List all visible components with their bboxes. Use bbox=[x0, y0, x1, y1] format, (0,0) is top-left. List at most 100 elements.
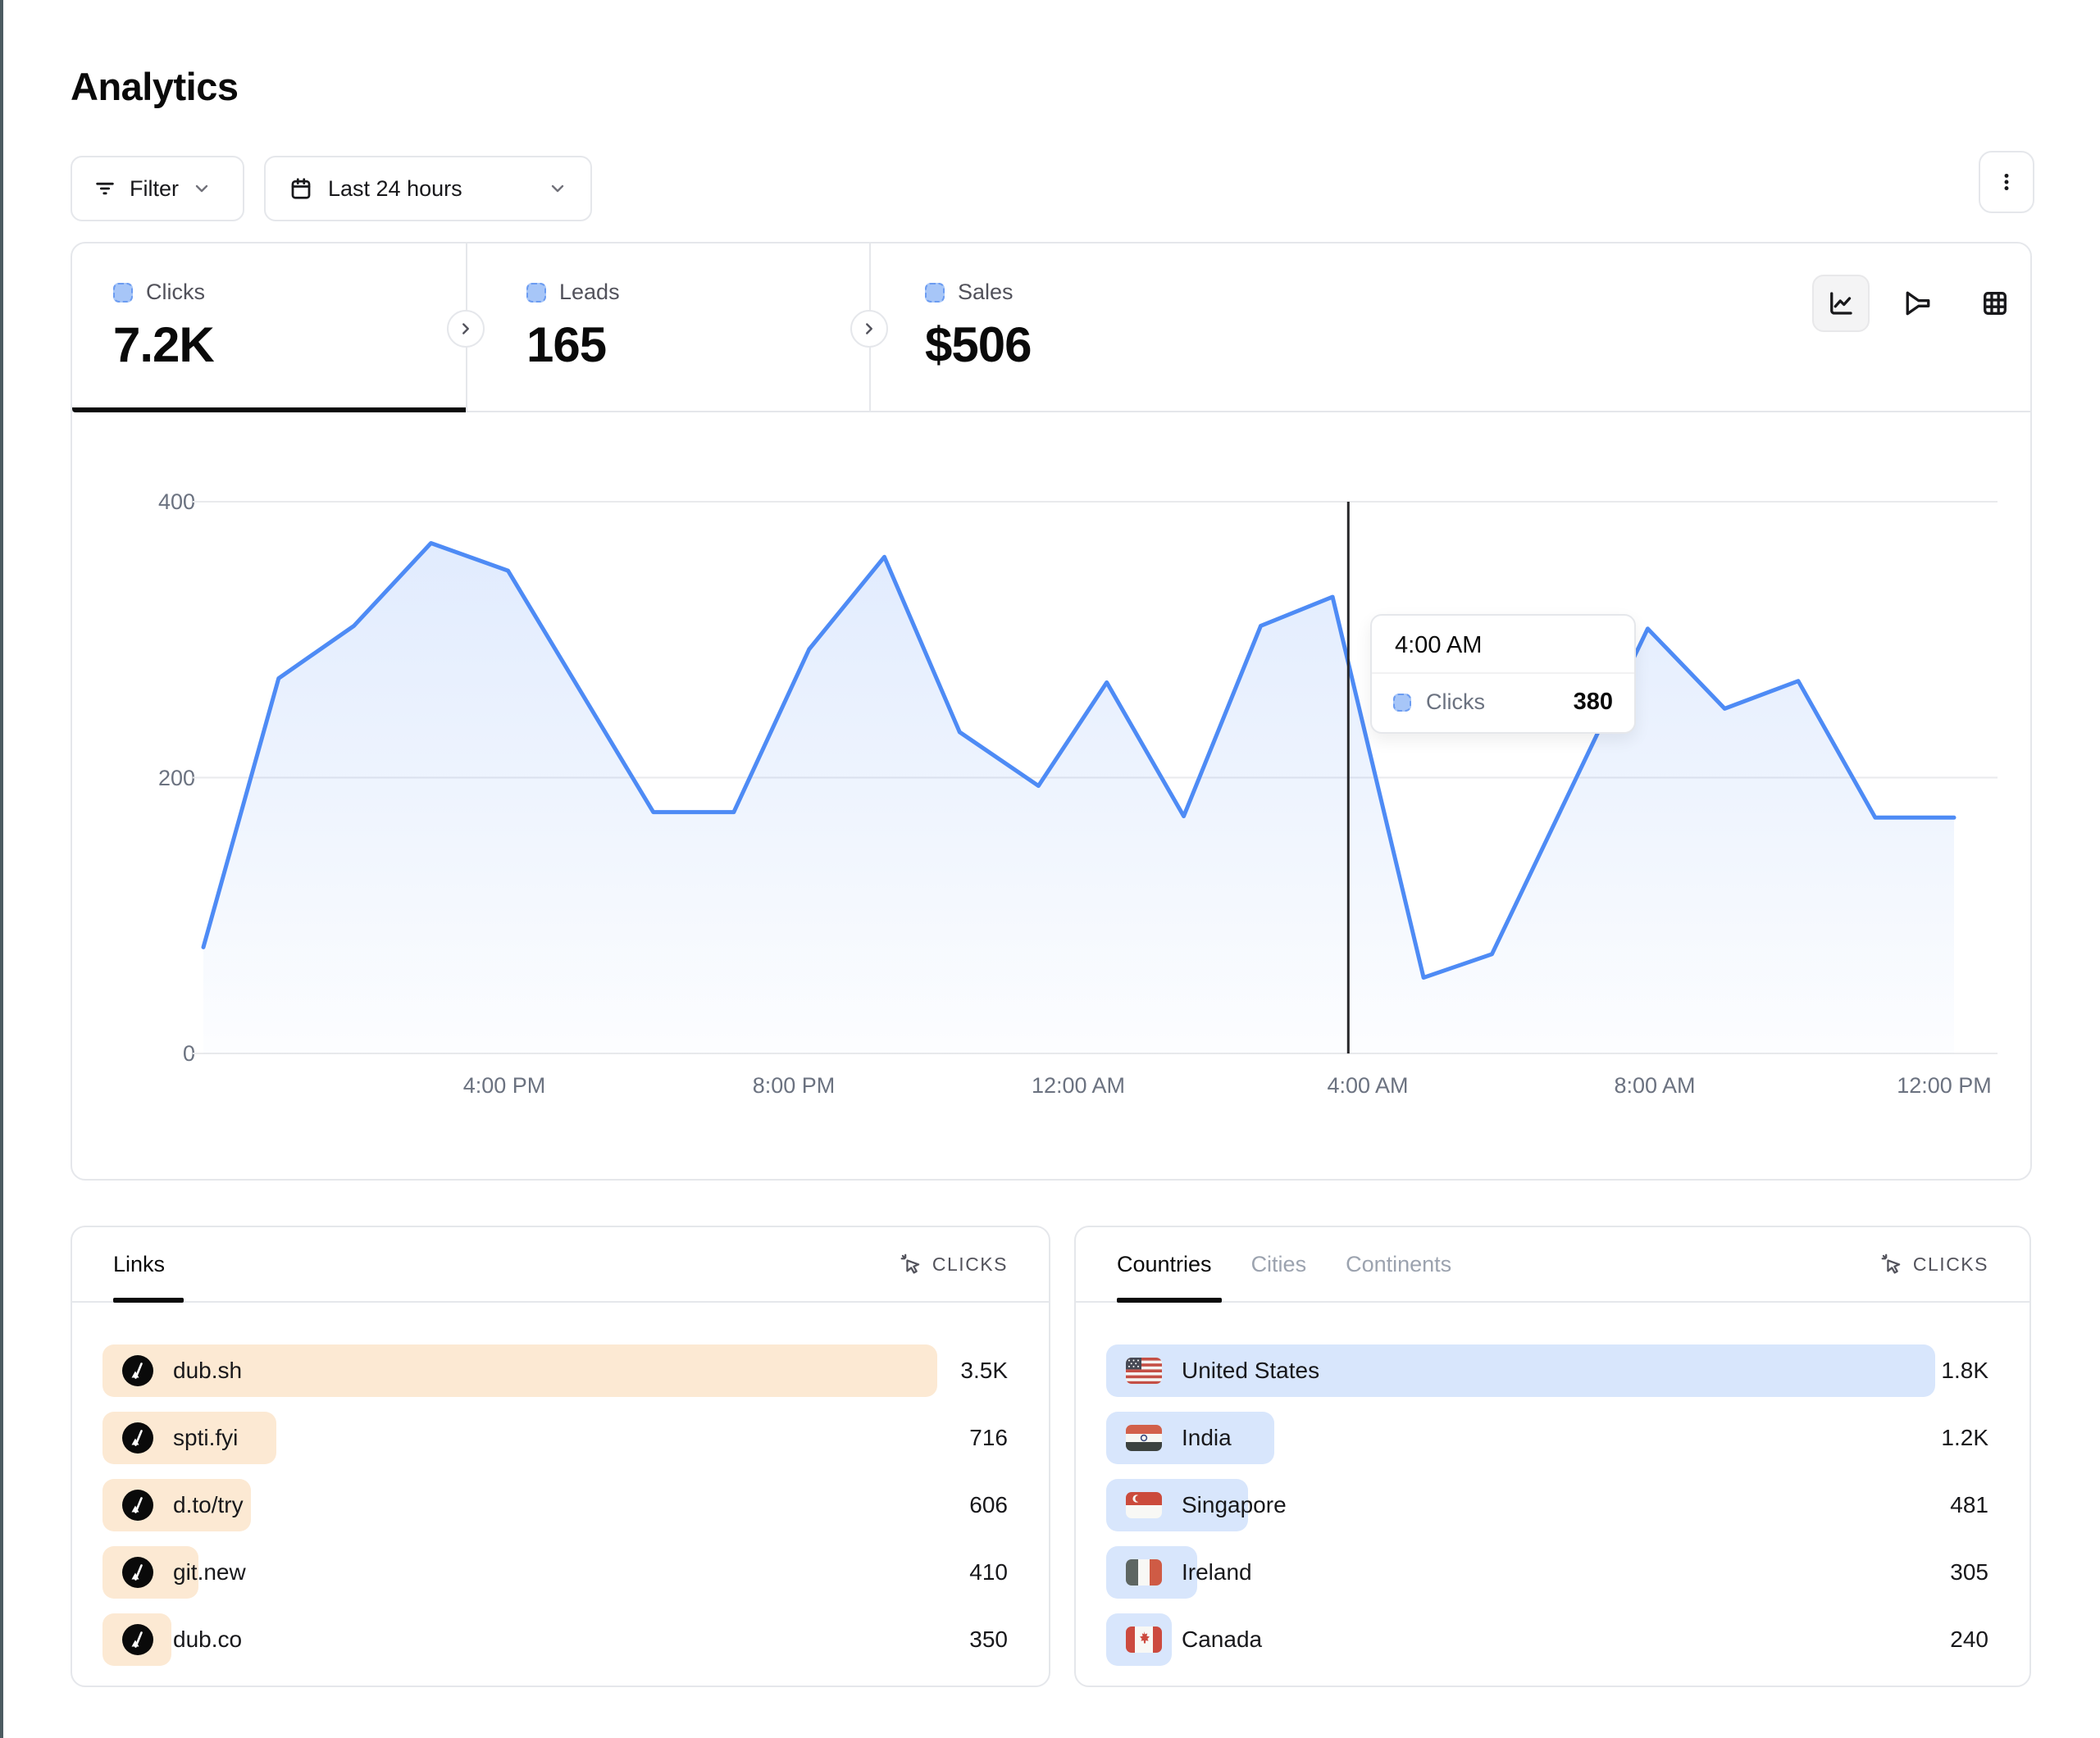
stat-value: 7.2K bbox=[113, 316, 466, 373]
link-list-item[interactable]: spti.fyi 716 bbox=[72, 1412, 1049, 1464]
dub-logo-icon bbox=[122, 1490, 153, 1521]
filter-label: Filter bbox=[130, 176, 179, 202]
link-list-item[interactable]: d.to/try 606 bbox=[72, 1479, 1049, 1531]
tooltip-series-label: Clicks bbox=[1426, 689, 1559, 715]
tooltip-series-swatch bbox=[1393, 694, 1411, 712]
dub-logo-icon bbox=[122, 1422, 153, 1454]
countries-metric-header[interactable]: CLICKS bbox=[1881, 1253, 1988, 1276]
cursor-click-icon bbox=[1881, 1253, 1903, 1276]
stat-value: 165 bbox=[526, 316, 869, 373]
stats-row: Clicks 7.2K Leads 165 Sales $506 bbox=[72, 243, 2030, 412]
filter-icon bbox=[93, 177, 116, 200]
flag-us-icon bbox=[1126, 1358, 1162, 1384]
link-label: git.new bbox=[173, 1559, 246, 1586]
country-list-item[interactable]: Canada 240 bbox=[1076, 1613, 2029, 1666]
active-stat-underline bbox=[72, 407, 466, 412]
grid-icon bbox=[1980, 289, 2010, 318]
clicks-value: 1.8K bbox=[1941, 1344, 1988, 1397]
flag-sg-icon bbox=[1126, 1492, 1162, 1518]
links-metric-header[interactable]: CLICKS bbox=[900, 1253, 1008, 1276]
dub-logo-icon bbox=[122, 1557, 153, 1588]
analytics-page: Analytics Filter Last 24 hours bbox=[0, 0, 2100, 1738]
funnel-view-button[interactable] bbox=[1889, 275, 1947, 332]
grid-view-button[interactable] bbox=[1966, 275, 2024, 332]
link-list-item[interactable]: dub.co 350 bbox=[72, 1613, 1049, 1666]
filter-button[interactable]: Filter bbox=[71, 156, 244, 221]
chevron-down-icon bbox=[192, 179, 212, 198]
dub-logo-icon bbox=[122, 1624, 153, 1655]
date-range-label: Last 24 hours bbox=[328, 176, 462, 202]
dub-logo-icon bbox=[122, 1355, 153, 1386]
expand-leads-chevron-button[interactable] bbox=[850, 310, 888, 348]
clicks-value: 1.2K bbox=[1941, 1412, 1988, 1464]
chevron-down-icon bbox=[548, 179, 567, 198]
kebab-vertical-icon bbox=[1995, 171, 2018, 193]
y-axis-tick: 200 bbox=[113, 766, 195, 791]
flag-ie-icon bbox=[1126, 1559, 1162, 1586]
calendar-icon bbox=[289, 176, 313, 201]
y-axis-tick: 400 bbox=[113, 489, 195, 515]
x-axis-tick: 4:00 PM bbox=[422, 1073, 586, 1099]
countries-panel: Countries Cities Continents CLICKS Unite… bbox=[1074, 1226, 2031, 1687]
clicks-value: 240 bbox=[1950, 1613, 1988, 1666]
tab-links[interactable]: Links bbox=[113, 1227, 165, 1301]
tab-countries[interactable]: Countries bbox=[1117, 1227, 1212, 1301]
y-axis-tick: 0 bbox=[113, 1041, 195, 1067]
clicks-value: 606 bbox=[969, 1479, 1008, 1531]
leads-series-swatch bbox=[526, 283, 546, 303]
clicks-value: 716 bbox=[969, 1412, 1008, 1464]
stat-card-sales[interactable]: Sales $506 bbox=[871, 243, 1281, 412]
funnel-icon bbox=[1903, 289, 1933, 318]
x-axis-tick: 4:00 AM bbox=[1286, 1073, 1450, 1099]
x-axis-tick: 12:00 PM bbox=[1862, 1073, 2026, 1099]
x-axis-tick: 12:00 AM bbox=[996, 1073, 1160, 1099]
stat-card-leads[interactable]: Leads 165 bbox=[467, 243, 869, 412]
tab-active-underline bbox=[113, 1298, 184, 1303]
country-label: Canada bbox=[1182, 1627, 1262, 1653]
clicks-value: 305 bbox=[1950, 1546, 1988, 1599]
stat-label: Sales bbox=[958, 280, 1014, 305]
link-list-item[interactable]: git.new410 bbox=[72, 1546, 1049, 1599]
clicks-series-swatch bbox=[113, 283, 133, 303]
link-label: dub.co bbox=[173, 1627, 242, 1653]
date-range-button[interactable]: Last 24 hours bbox=[264, 156, 592, 221]
link-label: spti.fyi bbox=[173, 1425, 238, 1451]
country-label: India bbox=[1182, 1425, 1232, 1451]
stat-label: Clicks bbox=[146, 280, 205, 305]
clicks-value: 3.5K bbox=[960, 1344, 1008, 1397]
clicks-area-chart[interactable] bbox=[191, 444, 1999, 1055]
country-label: Ireland bbox=[1182, 1559, 1252, 1586]
links-panel: Links CLICKS dub.sh 3.5K spti.fyi 716 d.to/t… bbox=[71, 1226, 1050, 1687]
tab-cities[interactable]: Cities bbox=[1251, 1227, 1307, 1301]
country-list-item[interactable]: Singapore481 bbox=[1076, 1479, 2029, 1531]
line-chart-view-button[interactable] bbox=[1812, 275, 1870, 332]
tooltip-value: 380 bbox=[1574, 689, 1613, 716]
tab-active-underline bbox=[1117, 1298, 1222, 1303]
analytics-chart-card: Clicks 7.2K Leads 165 Sales $506 bbox=[71, 242, 2032, 1181]
line-chart-icon bbox=[1826, 289, 1856, 318]
chart-view-switcher bbox=[1812, 275, 2024, 332]
country-list-item[interactable]: India 1.2K bbox=[1076, 1412, 2029, 1464]
page-title: Analytics bbox=[71, 64, 238, 109]
link-label: d.to/try bbox=[173, 1492, 244, 1518]
country-list-item[interactable]: United States1.8K bbox=[1076, 1344, 2029, 1397]
x-axis-tick: 8:00 PM bbox=[712, 1073, 876, 1099]
stat-card-clicks[interactable]: Clicks 7.2K bbox=[72, 243, 466, 412]
link-list-item[interactable]: dub.sh 3.5K bbox=[72, 1344, 1049, 1397]
cursor-click-icon bbox=[900, 1253, 922, 1276]
tab-continents[interactable]: Continents bbox=[1346, 1227, 1451, 1301]
clicks-value: 350 bbox=[969, 1613, 1008, 1666]
left-edge-strip bbox=[0, 0, 3, 1738]
sales-series-swatch bbox=[925, 283, 945, 303]
more-menu-button[interactable] bbox=[1979, 151, 2034, 213]
flag-ca-icon bbox=[1126, 1627, 1162, 1653]
metric-label: CLICKS bbox=[1913, 1253, 1988, 1276]
stat-value: $506 bbox=[925, 316, 1281, 373]
expand-clicks-chevron-button[interactable] bbox=[447, 310, 485, 348]
country-list-item[interactable]: Ireland 305 bbox=[1076, 1546, 2029, 1599]
metric-label: CLICKS bbox=[932, 1253, 1008, 1276]
link-label: dub.sh bbox=[173, 1358, 242, 1384]
flag-in-icon bbox=[1126, 1425, 1162, 1451]
chart-tooltip: 4:00 AM Clicks 380 bbox=[1370, 614, 1636, 734]
country-label: Singapore bbox=[1182, 1492, 1287, 1518]
